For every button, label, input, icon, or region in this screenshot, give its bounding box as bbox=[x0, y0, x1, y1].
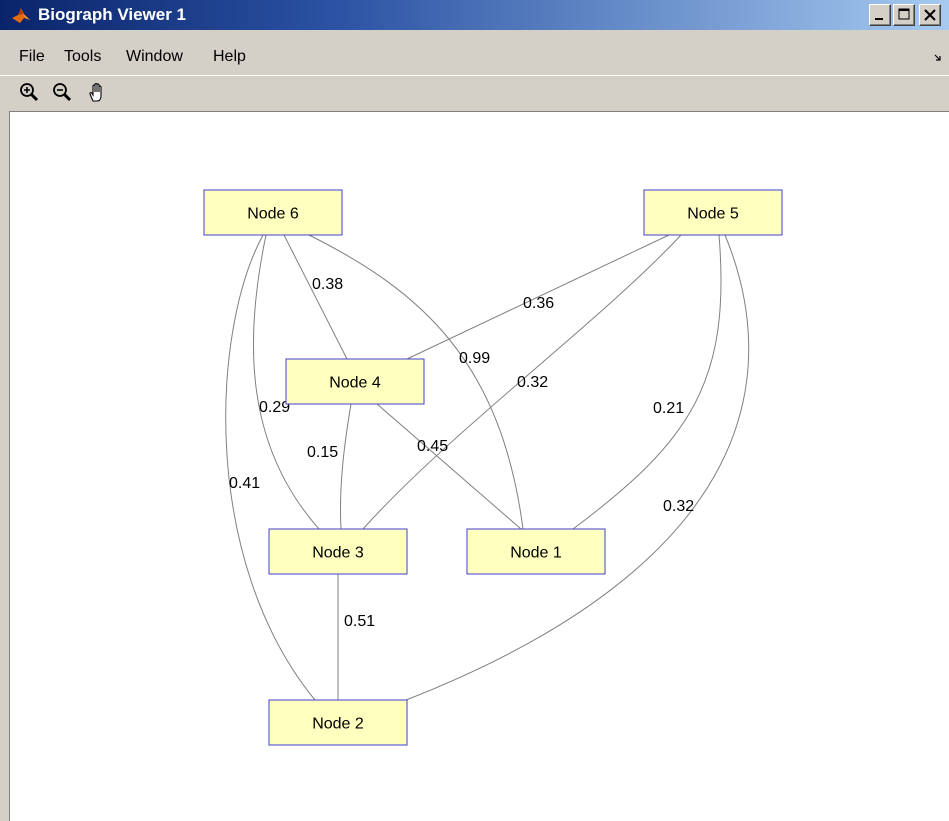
matlab-icon bbox=[12, 8, 30, 23]
edge-weight-label: 0.51 bbox=[344, 613, 375, 630]
edge-node6-node4[interactable] bbox=[283, 234, 348, 360]
edge-node4-node3[interactable] bbox=[339, 403, 352, 530]
edges-layer bbox=[225, 234, 750, 701]
graph-node3[interactable]: Node 3 bbox=[268, 528, 408, 575]
edge-weight-label: 0.21 bbox=[653, 400, 684, 417]
node-label: Node 1 bbox=[510, 545, 562, 562]
node-label: Node 4 bbox=[329, 375, 381, 392]
node-label: Node 5 bbox=[687, 206, 739, 223]
edge-weight-label: 0.32 bbox=[517, 374, 548, 391]
menu-separator bbox=[0, 75, 949, 76]
graph-canvas[interactable]: 0.38 0.99 0.29 0.41 0.36 0.32 0.21 0.32 0.15 0.45… bbox=[9, 111, 949, 821]
maximize-button[interactable] bbox=[893, 4, 915, 26]
graph-node4[interactable]: Node 4 bbox=[285, 358, 425, 405]
zoom-out-icon[interactable] bbox=[51, 81, 75, 105]
edge-weight-label: 0.15 bbox=[307, 444, 338, 461]
close-icon bbox=[924, 9, 936, 21]
minimize-icon bbox=[875, 18, 883, 20]
node-label: Node 2 bbox=[312, 716, 364, 733]
edge-weight-label: 0.45 bbox=[417, 438, 448, 455]
toolbar bbox=[0, 78, 949, 108]
node-label: Node 6 bbox=[247, 206, 299, 223]
edge-node4-node1[interactable] bbox=[376, 403, 522, 530]
edge-labels-layer: 0.380.990.290.410.360.320.210.320.15 0.45… bbox=[229, 276, 694, 630]
window-title: Biograph Viewer 1 bbox=[38, 5, 187, 24]
biograph-viewer-window: Biograph Viewer 1 File Tools Window Help bbox=[0, 0, 949, 821]
edge-node6-node2[interactable] bbox=[225, 234, 316, 701]
dock-arrow-icon[interactable] bbox=[934, 54, 942, 62]
maximize-icon bbox=[898, 8, 910, 20]
edge-weight-label: 0.38 bbox=[312, 276, 343, 293]
edge-weight-label: 0.41 bbox=[229, 475, 260, 492]
close-button[interactable] bbox=[919, 4, 941, 26]
edge-weight-label: 0.99 bbox=[459, 350, 490, 367]
menu-tools[interactable]: Tools bbox=[64, 48, 101, 66]
menu-window[interactable]: Window bbox=[126, 48, 183, 66]
graph-node6[interactable]: Node 6 bbox=[203, 189, 343, 236]
menu-help[interactable]: Help bbox=[213, 48, 246, 66]
menu-file[interactable]: File bbox=[19, 48, 45, 66]
graph-node5[interactable]: Node 5 bbox=[643, 189, 783, 236]
edge-weight-label: 0.32 bbox=[663, 498, 694, 515]
edge-node5-node1[interactable] bbox=[572, 234, 722, 530]
graph-node1[interactable]: Node 1 bbox=[466, 528, 606, 575]
edge-weight-label: 0.36 bbox=[523, 295, 554, 312]
menu-bar: File Tools Window Help bbox=[0, 44, 949, 70]
graph-node2[interactable]: Node 2 bbox=[268, 699, 408, 746]
minimize-button[interactable] bbox=[869, 4, 891, 26]
biograph-graph: 0.380.990.290.410.360.320.210.320.15 0.45… bbox=[203, 189, 783, 746]
edge-node5-node2[interactable] bbox=[405, 234, 750, 701]
title-bar[interactable]: Biograph Viewer 1 bbox=[0, 0, 949, 30]
node-label: Node 3 bbox=[312, 545, 364, 562]
pan-hand-icon[interactable] bbox=[86, 81, 110, 105]
zoom-in-icon[interactable] bbox=[18, 81, 42, 105]
